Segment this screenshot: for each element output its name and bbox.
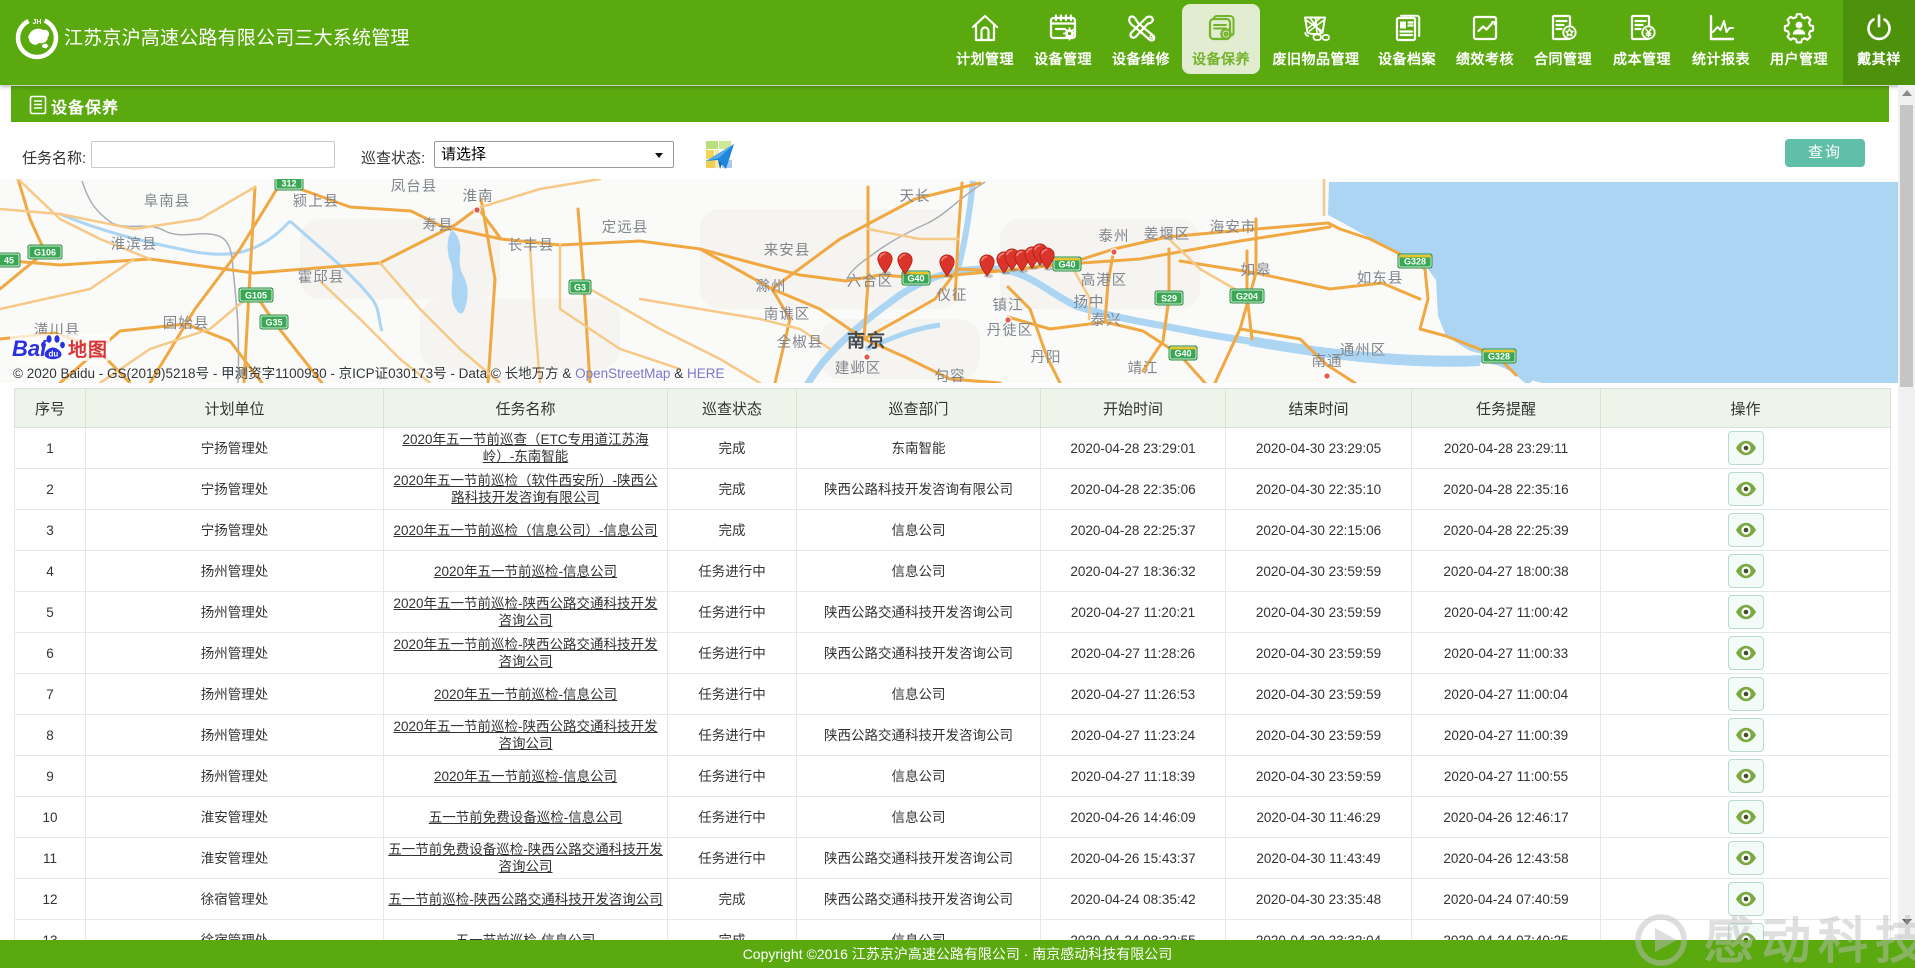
svg-text:G328: G328 <box>1404 257 1426 267</box>
svg-text:来安县: 来安县 <box>764 242 811 259</box>
svg-text:寿县: 寿县 <box>423 217 454 234</box>
svg-text:JH: JH <box>33 19 42 26</box>
svg-text:泰兴: 泰兴 <box>1091 312 1122 329</box>
svg-text:固始县: 固始县 <box>163 315 210 332</box>
svg-text:滁州: 滁州 <box>756 278 787 295</box>
svg-text:G35: G35 <box>265 318 282 328</box>
svg-text:海安市: 海安市 <box>1210 219 1257 236</box>
svg-text:S29: S29 <box>1161 294 1177 304</box>
svg-text:句容: 句容 <box>935 368 966 383</box>
svg-text:Bai: Bai <box>12 336 47 361</box>
svg-text:定远县: 定远县 <box>602 219 649 236</box>
svg-text:靖江: 靖江 <box>1128 360 1159 377</box>
svg-text:南谯区: 南谯区 <box>764 306 811 323</box>
svg-text:镇江: 镇江 <box>993 297 1024 314</box>
svg-text:G328: G328 <box>1488 352 1510 362</box>
svg-text:地图: 地图 <box>68 338 108 361</box>
svg-text:丹徒区: 丹徒区 <box>987 322 1034 339</box>
svg-text:45: 45 <box>4 256 14 266</box>
svg-text:© 2020 Baidu - GS(2019)5218号 -: © 2020 Baidu - GS(2019)5218号 - 甲测资字11009… <box>13 366 724 381</box>
svg-text:仪征: 仪征 <box>937 287 968 304</box>
svg-text:霍邱县: 霍邱县 <box>298 269 345 286</box>
svg-text:南通: 南通 <box>1312 353 1343 370</box>
svg-text:阜南县: 阜南县 <box>144 193 191 210</box>
svg-text:丹阳: 丹阳 <box>1031 349 1062 366</box>
svg-text:淮滨县: 淮滨县 <box>111 236 158 253</box>
svg-text:姜堰区: 姜堰区 <box>1144 226 1191 243</box>
svg-text:全椒县: 全椒县 <box>777 333 824 351</box>
svg-text:如东县: 如东县 <box>1357 270 1404 287</box>
svg-text:G40: G40 <box>1174 349 1191 359</box>
svg-text:六合区: 六合区 <box>847 273 894 290</box>
svg-text:凤台县: 凤台县 <box>391 179 438 195</box>
svg-text:du: du <box>49 350 59 359</box>
svg-text:长丰县: 长丰县 <box>508 237 555 254</box>
svg-text:南京: 南京 <box>847 330 887 351</box>
svg-text:312: 312 <box>281 179 296 189</box>
svg-text:G204: G204 <box>1236 292 1258 302</box>
svg-text:G105: G105 <box>245 291 267 301</box>
svg-text:G106: G106 <box>34 248 56 258</box>
svg-text:G3: G3 <box>574 283 586 293</box>
svg-text:建邺区: 建邺区 <box>835 360 882 377</box>
svg-text:扬中: 扬中 <box>1074 294 1105 311</box>
svg-text:G40: G40 <box>1058 260 1075 270</box>
svg-text:淮南: 淮南 <box>463 188 494 205</box>
svg-text:通州区: 通州区 <box>1340 342 1387 359</box>
svg-text:颍上县: 颍上县 <box>293 193 340 210</box>
svg-text:天长: 天长 <box>900 188 931 205</box>
svg-text:如皋: 如皋 <box>1241 262 1272 279</box>
svg-text:高港区: 高港区 <box>1081 272 1128 289</box>
svg-text:泰州: 泰州 <box>1099 228 1130 245</box>
